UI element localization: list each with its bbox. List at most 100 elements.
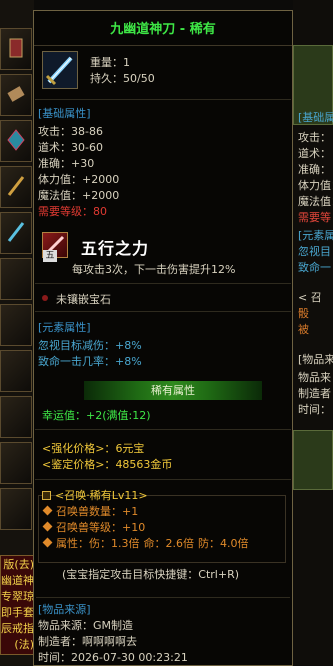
req-level-row: 需要等级：80 (38, 203, 107, 219)
maker-label: 制造者： (38, 635, 82, 648)
mp-value: +2000 (82, 189, 120, 202)
inventory-slot[interactable] (0, 488, 32, 530)
right-hp: 体力值： (298, 179, 333, 192)
sword-icon (7, 222, 25, 242)
weight-value: 1 (123, 56, 130, 69)
right-item-slot[interactable] (293, 430, 333, 490)
hotkey-hint: (宝宝指定攻击目标快捷键：Ctrl+R) (62, 568, 240, 581)
accuracy-row: 准确：+30 (38, 155, 94, 171)
attack-row: 攻击：38-86 (38, 123, 103, 139)
appraise-label: <鉴定价格>： (42, 458, 116, 471)
hp-value: +2000 (82, 173, 120, 186)
durability-row: 持久：50/50 (90, 70, 155, 86)
five-elements-badge: 五 (43, 250, 57, 262)
right-source-3: 时间： (298, 403, 331, 416)
maker-row: 制造者：啊啊啊啊去 (38, 633, 137, 649)
divider (35, 311, 291, 312)
armor-icon (9, 38, 23, 58)
weight-label: 重量： (90, 56, 123, 69)
element-1-value: +8% (115, 339, 142, 352)
inventory-slot[interactable] (0, 258, 32, 300)
basic-attr-header: [基础属性] (38, 107, 91, 120)
item-tooltip: 九幽道神刀 - 稀有 重量：1 持久：50/50 [基础属性] 攻击：38-86… (33, 10, 293, 666)
summon-attr-3-value: 4.0倍 (220, 537, 249, 550)
source-label: 物品来源： (38, 619, 93, 632)
left-red-line: 版(去) (3, 558, 34, 571)
item-title: 九幽道神刀 - 稀有 (34, 15, 292, 46)
strengthen-value: 6元宝 (115, 442, 145, 455)
divider (35, 479, 291, 480)
inventory-slot[interactable] (0, 212, 32, 254)
attack-value: 38-86 (71, 125, 103, 138)
summon-count-value: +1 (122, 505, 139, 518)
diamond-icon (42, 521, 53, 532)
source-row: 物品来源：GM制造 (38, 617, 133, 633)
five-elements-title: 五行之力 (81, 239, 150, 258)
summon-level-label: 召唤兽等级： (56, 521, 122, 534)
five-elements-desc: 每攻击3次，下一击伤害提升12% (72, 263, 236, 276)
req-level-value: 80 (93, 205, 107, 218)
appraise-value: 48563金币 (115, 458, 173, 471)
summon-level-row: 召唤兽等级：+10 (42, 519, 146, 535)
left-red-line: (法) (14, 638, 34, 651)
inventory-slot[interactable] (0, 304, 32, 346)
divider (35, 429, 291, 430)
summon-attr-row: 属性：伤：1.3倍 命：2.6倍 防：4.0倍 (42, 535, 249, 551)
scroll-icon (7, 86, 25, 102)
element-2-label: 致命一击几率： (38, 355, 115, 368)
right-summon-2: 骰 (298, 307, 309, 320)
hp-label: 体力值： (38, 173, 82, 186)
inventory-slot[interactable] (0, 28, 32, 70)
taoism-value: 30-60 (71, 141, 103, 154)
mp-label: 魔法值： (38, 189, 82, 202)
right-summon-3: 被 (298, 323, 309, 336)
element-2-value: +8% (115, 355, 142, 368)
rare-attr-bar: 稀有属性 (84, 381, 262, 400)
right-source-header: [物品来 (298, 353, 333, 366)
staff-icon (7, 176, 25, 196)
summon-attr-label: 属性： (56, 537, 89, 550)
summon-attr-2-label: 命： (143, 537, 166, 550)
inventory-slot[interactable] (0, 120, 32, 162)
element-1-label: 忽视目标减伤： (38, 339, 115, 352)
summon-attr-2-value: 2.6倍 (165, 537, 195, 550)
left-inventory-column: 版(去) 幽道神 专翠琼 即手套 辰戒指 (法) (0, 0, 34, 666)
mp-row: 魔法值：+2000 (38, 187, 119, 203)
diamond-icon (42, 505, 53, 516)
inventory-slot[interactable] (0, 396, 32, 438)
divider (35, 99, 291, 100)
time-value: 2026-07-30 00:23:21 (71, 651, 188, 664)
strengthen-label: <强化价格>： (42, 442, 116, 455)
luck-value: +2(满值:12) (86, 409, 151, 422)
taoism-row: 道术：30-60 (38, 139, 103, 155)
durability-value: 50/50 (123, 72, 155, 85)
right-taoism: 道术： (298, 147, 331, 160)
summon-count-row: 召唤兽数量：+1 (42, 503, 139, 519)
divider (35, 283, 291, 284)
gem-socket-text: 未镶嵌宝石 (56, 293, 111, 306)
durability-label: 持久： (90, 72, 123, 85)
left-red-line: 辰戒指 (1, 622, 34, 635)
weight-row: 重量：1 (90, 54, 130, 70)
inventory-slot[interactable] (0, 166, 32, 208)
blade-icon (45, 56, 73, 86)
inventory-slot[interactable] (0, 74, 32, 116)
taoism-label: 道术： (38, 141, 71, 154)
luck-row: 幸运值：+2(满值:12) (42, 407, 151, 423)
hp-row: 体力值：+2000 (38, 171, 119, 187)
accuracy-value: +30 (71, 157, 95, 170)
right-element-header: [元素属 (298, 229, 333, 242)
summon-count-label: 召唤兽数量： (56, 505, 122, 518)
time-row: 时间：2026-07-30 00:23:21 (38, 649, 188, 665)
time-label: 时间： (38, 651, 71, 664)
right-summon-1: < 召 (298, 291, 322, 304)
inventory-slot[interactable] (0, 350, 32, 392)
req-level-label: 需要等级： (38, 205, 93, 218)
element-attr-row-2: 致命一击几率：+8% (38, 353, 142, 369)
right-attack: 攻击： (298, 131, 331, 144)
summon-header: <召唤·稀有Lv11> (55, 489, 148, 502)
gem-socket-icon (42, 295, 48, 301)
inventory-slot[interactable] (0, 442, 32, 484)
strengthen-price-row: <强化价格>：6元宝 (42, 440, 144, 456)
summon-level-value: +10 (122, 521, 146, 534)
